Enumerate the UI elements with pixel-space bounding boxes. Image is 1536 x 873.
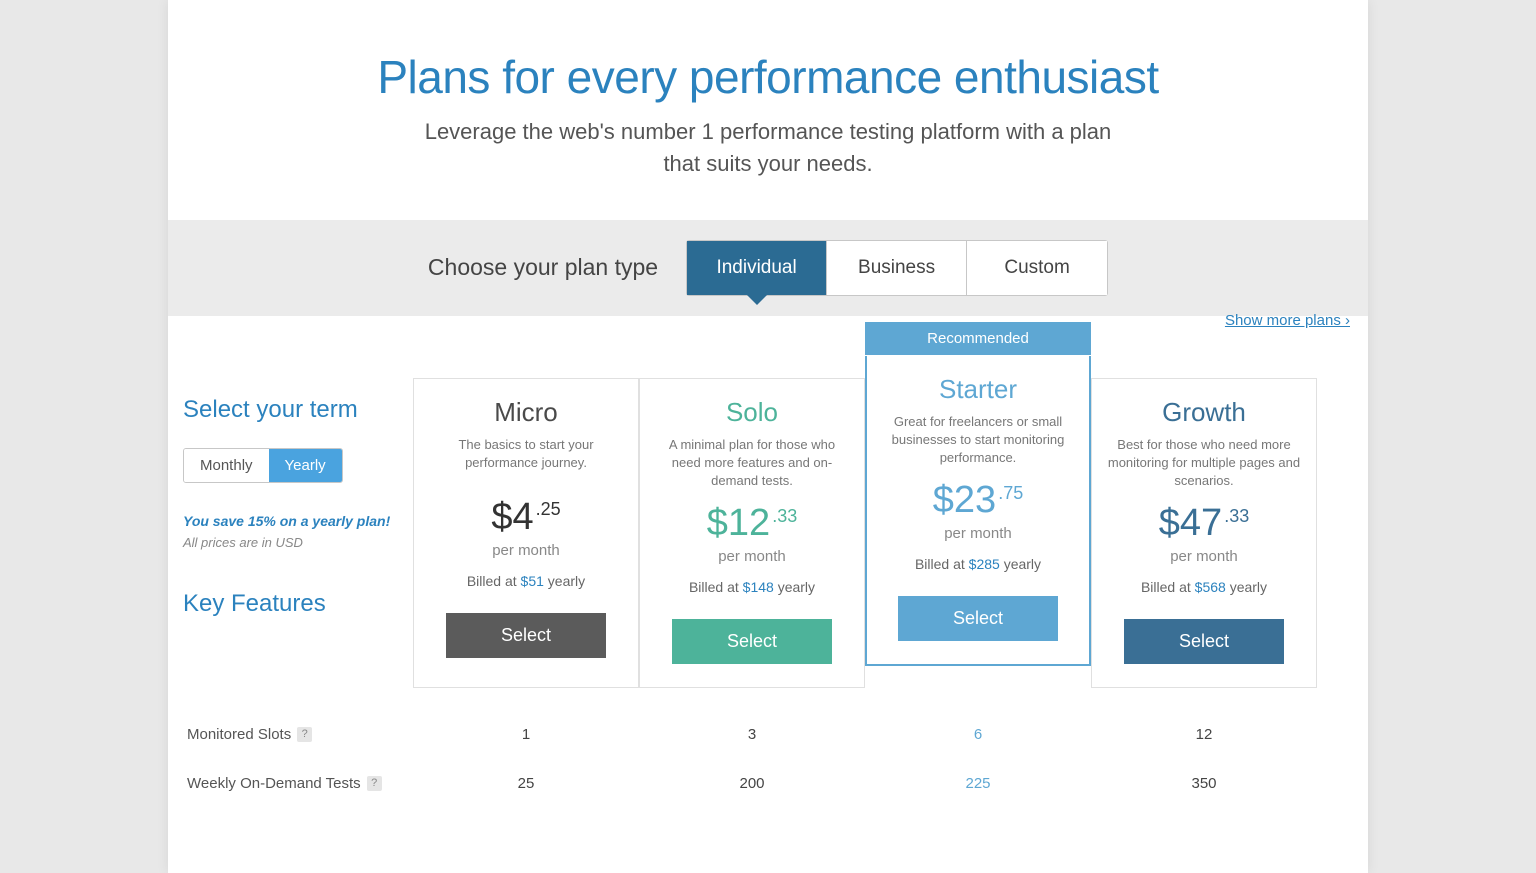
plan-type-tabs: Individual Business Custom [686,240,1108,296]
plan-card: Micro The basics to start your performan… [413,378,639,688]
help-icon[interactable]: ? [367,776,382,791]
pricing-page: Plans for every performance enthusiast L… [168,0,1368,873]
plan-price: $47.33 [1106,504,1302,542]
tab-individual[interactable]: Individual [687,241,827,295]
price-whole: $23 [933,479,996,521]
feature-value: 1 [413,710,639,759]
feature-label-monitored-slots: Monitored Slots ? [183,710,413,759]
billed-yearly: Billed at $285 yearly [881,556,1075,572]
plan-type-label: Choose your plan type [428,254,658,281]
select-plan-button[interactable]: Select [1124,619,1285,664]
page-subtitle: Leverage the web's number 1 performance … [408,116,1128,180]
price-whole: $47 [1159,502,1222,544]
plan-description: A minimal plan for those who need more f… [654,436,850,491]
term-yearly-option[interactable]: Yearly [269,449,342,482]
help-icon[interactable]: ? [297,727,312,742]
feature-rows: Monitored Slots ? 1 3 6 12 Weekly On-Dem… [183,710,1317,808]
plan-name: Solo [654,397,850,428]
select-plan-button[interactable]: Select [446,613,607,658]
billed-yearly: Billed at $568 yearly [1106,579,1302,595]
plan-column-micro: Micro The basics to start your performan… [413,378,639,688]
plan-price: $12.33 [654,504,850,542]
price-whole: $12 [707,502,770,544]
plan-type-bar: Choose your plan type Individual Busines… [168,220,1368,316]
feature-value: 200 [639,759,865,808]
plan-column-growth: Growth Best for those who need more moni… [1091,378,1317,688]
yearly-savings-note: You save 15% on a yearly plan! [183,513,403,529]
per-month-label: per month [881,525,1075,542]
billing-term-toggle: Monthly Yearly [183,448,343,483]
feature-label-weekly-tests: Weekly On-Demand Tests ? [183,759,413,808]
select-plan-button[interactable]: Select [672,619,833,664]
price-cents: .25 [536,499,561,519]
feature-value: 350 [1091,759,1317,808]
plan-description: Great for freelancers or small businesse… [881,413,1075,468]
billed-yearly: Billed at $51 yearly [428,573,624,589]
per-month-label: per month [654,548,850,565]
feature-value: 6 [865,710,1091,759]
sidebar-column: Select your term Monthly Yearly You save… [183,356,413,688]
select-term-title: Select your term [183,396,403,424]
price-cents: .33 [772,506,797,526]
show-more-plans-link[interactable]: Show more plans › [1225,312,1350,329]
plan-card: Growth Best for those who need more moni… [1091,378,1317,688]
select-plan-button[interactable]: Select [898,596,1057,641]
per-month-label: per month [1106,548,1302,565]
per-month-label: per month [428,542,624,559]
feature-value: 3 [639,710,865,759]
price-whole: $4 [491,496,533,538]
currency-note: All prices are in USD [183,535,403,550]
pricing-grid: Show more plans › Select your term Month… [168,316,1368,808]
plan-column-starter: Recommended Starter Great for freelancer… [865,356,1091,688]
plan-description: The basics to start your performance jou… [428,436,624,484]
billed-yearly: Billed at $148 yearly [654,579,850,595]
feature-value: 225 [865,759,1091,808]
price-cents: .75 [998,483,1023,503]
tab-business[interactable]: Business [827,241,967,295]
feature-value: 25 [413,759,639,808]
page-title: Plans for every performance enthusiast [168,50,1368,104]
tab-custom[interactable]: Custom [967,241,1107,295]
plan-description: Best for those who need more monitoring … [1106,436,1302,491]
feature-value: 12 [1091,710,1317,759]
term-monthly-option[interactable]: Monthly [184,449,269,482]
plan-name: Micro [428,397,624,428]
plan-price: $23.75 [881,481,1075,519]
key-features-heading: Key Features [183,590,403,618]
plan-card: Starter Great for freelancers or small b… [865,356,1091,666]
recommended-badge: Recommended [865,322,1091,355]
plan-name: Starter [881,374,1075,405]
plan-name: Growth [1106,397,1302,428]
plan-column-solo: Solo A minimal plan for those who need m… [639,378,865,688]
price-cents: .33 [1224,506,1249,526]
plan-card: Solo A minimal plan for those who need m… [639,378,865,688]
plan-price: $4.25 [428,498,624,536]
